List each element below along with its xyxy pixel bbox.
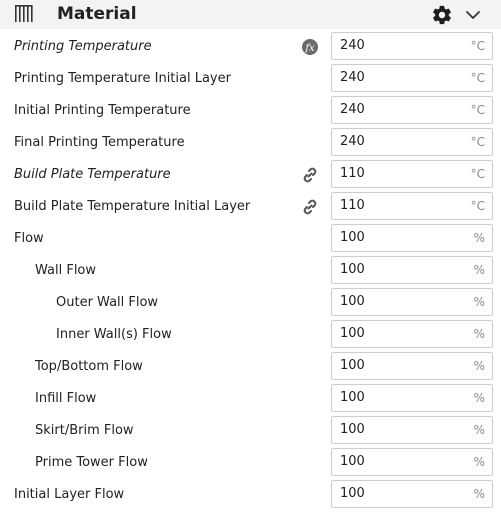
setting-unit: °C [470, 39, 485, 53]
setting-value-field[interactable]: 100 % [331, 288, 493, 316]
setting-value-field[interactable]: 100 % [331, 448, 493, 476]
setting-value-field[interactable]: 100 % [331, 224, 493, 252]
setting-row-build-plate-temperature: Build Plate Temperature 110 °C [0, 160, 501, 192]
setting-label: Skirt/Brim Flow [35, 423, 134, 438]
setting-unit: °C [470, 103, 485, 117]
setting-value-field[interactable]: 100 % [331, 320, 493, 348]
settings-list: Printing Temperature fx 240 °C Printing … [0, 32, 501, 512]
setting-unit: °C [470, 199, 485, 213]
setting-label: Infill Flow [35, 391, 97, 406]
setting-row-build-plate-temperature-initial-layer: Build Plate Temperature Initial Layer 11… [0, 192, 501, 224]
setting-label: Outer Wall Flow [56, 295, 159, 310]
gear-icon[interactable] [431, 4, 453, 26]
setting-value-field[interactable]: 100 % [331, 256, 493, 284]
setting-row-outer-wall-flow: Outer Wall Flow 100 % [0, 288, 501, 320]
setting-value: 240 [340, 38, 365, 53]
setting-unit: % [473, 391, 485, 405]
setting-label: Wall Flow [35, 263, 97, 278]
setting-unit: % [473, 263, 485, 277]
setting-unit: % [473, 359, 485, 373]
setting-row-infill-flow: Infill Flow 100 % [0, 384, 501, 416]
setting-row-printing-temperature-initial-layer: Printing Temperature Initial Layer 240 °… [0, 64, 501, 96]
setting-value: 100 [340, 422, 365, 437]
setting-value: 100 [340, 262, 365, 277]
setting-unit: % [473, 295, 485, 309]
setting-unit: % [473, 231, 485, 245]
setting-unit: % [473, 455, 485, 469]
setting-row-initial-printing-temperature: Initial Printing Temperature 240 °C [0, 96, 501, 128]
setting-row-top-bottom-flow: Top/Bottom Flow 100 % [0, 352, 501, 384]
setting-label: Top/Bottom Flow [35, 359, 143, 374]
setting-label: Initial Printing Temperature [14, 103, 191, 118]
setting-value: 100 [340, 358, 365, 373]
setting-value-field[interactable]: 240 °C [331, 32, 493, 60]
setting-value: 100 [340, 486, 365, 501]
setting-unit: % [473, 327, 485, 341]
setting-label: Printing Temperature [14, 39, 152, 54]
setting-label: Printing Temperature Initial Layer [14, 71, 231, 86]
setting-value: 100 [340, 294, 365, 309]
svg-text:fx: fx [304, 43, 315, 54]
setting-label: Prime Tower Flow [35, 455, 148, 470]
setting-row-wall-flow: Wall Flow 100 % [0, 256, 501, 288]
setting-value-field[interactable]: 240 °C [331, 96, 493, 124]
setting-row-inner-wall-flow: Inner Wall(s) Flow 100 % [0, 320, 501, 352]
link-icon[interactable] [300, 165, 320, 185]
setting-value-field[interactable]: 110 °C [331, 192, 493, 220]
setting-value-field[interactable]: 110 °C [331, 160, 493, 188]
setting-unit: % [473, 487, 485, 501]
setting-row-flow: Flow 100 % [0, 224, 501, 256]
setting-unit: °C [470, 71, 485, 85]
setting-value: 240 [340, 102, 365, 117]
setting-value-field[interactable]: 100 % [331, 480, 493, 508]
material-spool-icon [15, 5, 33, 22]
setting-label: Inner Wall(s) Flow [56, 327, 172, 342]
setting-row-initial-layer-flow: Initial Layer Flow 100 % [0, 480, 501, 512]
setting-unit: % [473, 423, 485, 437]
category-header[interactable]: Material [0, 0, 501, 29]
setting-value: 240 [340, 134, 365, 149]
setting-value-field[interactable]: 100 % [331, 416, 493, 444]
setting-row-final-printing-temperature: Final Printing Temperature 240 °C [0, 128, 501, 160]
setting-value: 100 [340, 390, 365, 405]
setting-value: 110 [340, 198, 365, 213]
setting-value-field[interactable]: 100 % [331, 384, 493, 412]
setting-label: Build Plate Temperature [14, 167, 171, 182]
setting-value-field[interactable]: 240 °C [331, 64, 493, 92]
setting-unit: °C [470, 135, 485, 149]
link-icon[interactable] [300, 197, 320, 217]
setting-label: Flow [14, 231, 44, 246]
setting-row-prime-tower-flow: Prime Tower Flow 100 % [0, 448, 501, 480]
setting-label: Build Plate Temperature Initial Layer [14, 199, 251, 214]
category-title: Material [57, 4, 137, 24]
setting-value: 100 [340, 326, 365, 341]
setting-label: Final Printing Temperature [14, 135, 185, 150]
setting-value: 110 [340, 166, 365, 181]
setting-value-field[interactable]: 100 % [331, 352, 493, 380]
setting-unit: °C [470, 167, 485, 181]
setting-value-field[interactable]: 240 °C [331, 128, 493, 156]
setting-row-printing-temperature: Printing Temperature fx 240 °C [0, 32, 501, 64]
setting-value: 240 [340, 70, 365, 85]
setting-value: 100 [340, 230, 365, 245]
chevron-down-icon[interactable] [464, 6, 482, 24]
function-icon[interactable]: fx [300, 37, 320, 57]
setting-value: 100 [340, 454, 365, 469]
setting-row-skirt-brim-flow: Skirt/Brim Flow 100 % [0, 416, 501, 448]
setting-label: Initial Layer Flow [14, 487, 125, 502]
